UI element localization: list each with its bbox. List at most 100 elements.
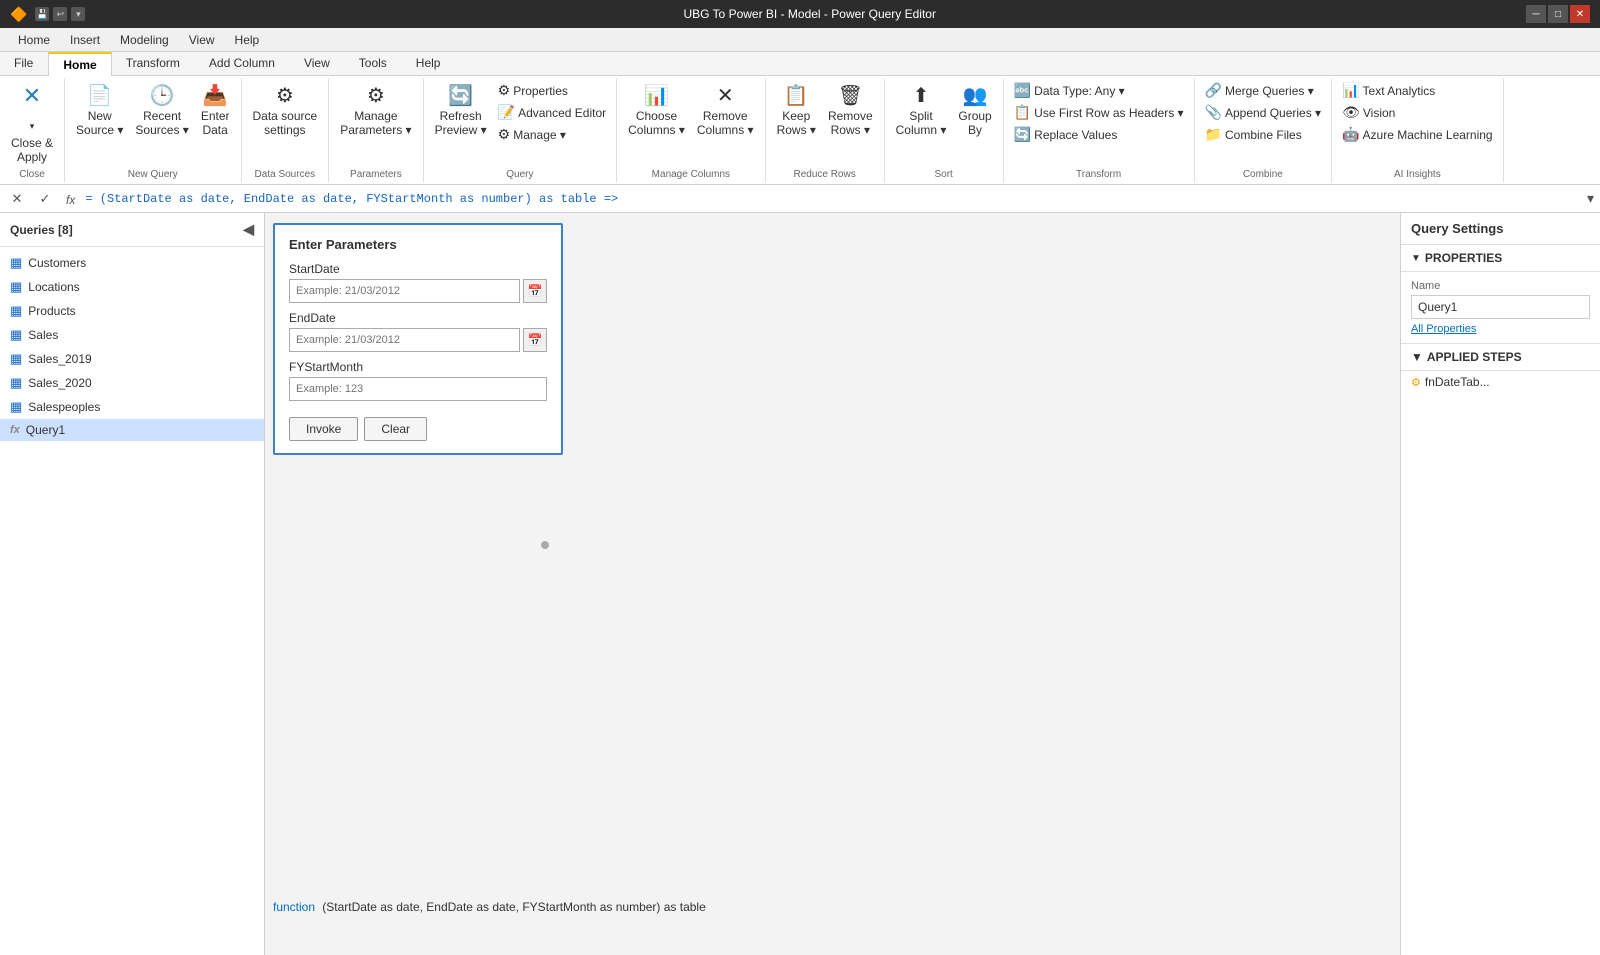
remove-columns-label: RemoveColumns ▾ xyxy=(697,109,754,137)
sidebar-item-query1[interactable]: fx Query1 xyxy=(0,419,264,441)
applied-steps-title: ▼ APPLIED STEPS xyxy=(1401,344,1600,371)
sidebar-item-sales-2019[interactable]: ▦ Sales_2019 xyxy=(0,347,264,371)
remove-columns-icon: ✕ xyxy=(717,83,734,108)
append-queries-icon: 📎 xyxy=(1205,104,1222,121)
remove-columns-button[interactable]: ✕ RemoveColumns ▾ xyxy=(692,80,759,140)
manage-button[interactable]: ⚙ Manage ▾ xyxy=(494,124,611,145)
query-small-buttons: ⚙ Properties 📝 Advanced Editor ⚙ Manage … xyxy=(494,80,611,145)
formula-input[interactable] xyxy=(85,192,1577,206)
startdate-calendar-button[interactable]: 📅 xyxy=(523,279,547,303)
properties-button[interactable]: ⚙ Properties xyxy=(494,80,611,101)
enddate-calendar-button[interactable]: 📅 xyxy=(523,328,547,352)
products-table-icon: ▦ xyxy=(10,303,22,319)
azure-ml-button[interactable]: 🤖 Azure Machine Learning xyxy=(1338,124,1497,145)
properties-section-label: PROPERTIES xyxy=(1425,251,1502,265)
right-panel: Query Settings ▼ PROPERTIES Name All Pro… xyxy=(1400,213,1600,955)
vision-icon: 👁 xyxy=(1342,104,1360,121)
refresh-preview-button[interactable]: 🔄 RefreshPreview ▾ xyxy=(430,80,492,140)
sidebar-item-sales-2020[interactable]: ▦ Sales_2020 xyxy=(0,371,264,395)
append-queries-button[interactable]: 📎 Append Queries ▾ xyxy=(1201,102,1326,123)
keep-rows-button[interactable]: 📋 KeepRows ▾ xyxy=(772,80,821,140)
ribbon-group-ai-insights: 📊 Text Analytics 👁 Vision 🤖 Azure Machin… xyxy=(1332,78,1504,182)
sidebar-item-sales[interactable]: ▦ Sales xyxy=(0,323,264,347)
manage-parameters-button[interactable]: ⚙ ManageParameters ▾ xyxy=(335,80,416,140)
ribbon-group-reduce-rows: 📋 KeepRows ▾ 🗑 RemoveRows ▾ Reduce Rows xyxy=(766,78,885,182)
split-column-button[interactable]: ⬆ SplitColumn ▾ xyxy=(891,80,952,140)
combine-files-button[interactable]: 📁 Combine Files xyxy=(1201,124,1326,145)
clear-button[interactable]: Clear xyxy=(364,417,427,441)
vision-button[interactable]: 👁 Vision xyxy=(1338,102,1497,123)
app-logo: 🔶 xyxy=(10,6,27,23)
enter-data-icon: 📥 xyxy=(203,83,228,108)
text-analytics-button[interactable]: 📊 Text Analytics xyxy=(1338,80,1497,101)
sidebar: Queries [8] ◀ ▦ Customers ▦ Locations ▦ … xyxy=(0,213,265,955)
undo-icon[interactable]: ↩ xyxy=(53,7,67,21)
tab-tools[interactable]: Tools xyxy=(345,52,402,75)
save-icon[interactable]: 💾 xyxy=(35,7,49,21)
advanced-editor-button[interactable]: 📝 Advanced Editor xyxy=(494,102,611,123)
tab-transform[interactable]: Transform xyxy=(112,52,195,75)
sales2019-table-icon: ▦ xyxy=(10,351,22,367)
query1-label: Query1 xyxy=(26,423,65,437)
formula-confirm-button[interactable]: ✓ xyxy=(34,188,56,210)
menu-insert[interactable]: Insert xyxy=(60,31,110,49)
new-query-group-items: 📄 NewSource ▾ 🕒 RecentSources ▾ 📥 EnterD… xyxy=(71,80,234,167)
minimize-button[interactable]: ─ xyxy=(1526,5,1546,23)
menu-home[interactable]: Home xyxy=(8,31,60,49)
invoke-button[interactable]: Invoke xyxy=(289,417,358,441)
close-apply-button[interactable]: ✕▾ Close &Apply xyxy=(6,80,58,167)
group-by-button[interactable]: 👥 GroupBy xyxy=(953,80,996,140)
recent-sources-button[interactable]: 🕒 RecentSources ▾ xyxy=(130,80,193,140)
title-bar: 🔶 💾 ↩ ▾ UBG To Power BI - Model - Power … xyxy=(0,0,1600,28)
sidebar-header: Queries [8] ◀ xyxy=(0,213,264,247)
ribbon-group-parameters: ⚙ ManageParameters ▾ Parameters xyxy=(329,78,423,182)
dropdown-icon[interactable]: ▾ xyxy=(71,7,85,21)
close-group-label: Close xyxy=(19,169,45,180)
close-button[interactable]: ✕ xyxy=(1570,5,1590,23)
ribbon-group-transform: 🔤 Data Type: Any ▾ 📋 Use First Row as He… xyxy=(1004,78,1195,182)
enddate-input[interactable] xyxy=(289,328,520,352)
all-properties-link[interactable]: All Properties xyxy=(1411,323,1590,335)
data-source-settings-button[interactable]: ⚙ Data sourcesettings xyxy=(248,80,323,140)
salespeoples-label: Salespeoples xyxy=(28,400,100,414)
maximize-button[interactable]: □ xyxy=(1548,5,1568,23)
formula-cancel-button[interactable]: ✕ xyxy=(6,188,28,210)
enter-data-button[interactable]: 📥 EnterData xyxy=(196,80,235,140)
choose-columns-button[interactable]: 📊 ChooseColumns ▾ xyxy=(623,80,690,140)
sort-group-items: ⬆ SplitColumn ▾ 👥 GroupBy xyxy=(891,80,997,167)
fystartmonth-input[interactable] xyxy=(289,377,547,401)
use-first-row-icon: 📋 xyxy=(1014,104,1031,121)
query-name-input[interactable] xyxy=(1411,295,1590,319)
sidebar-item-products[interactable]: ▦ Products xyxy=(0,299,264,323)
startdate-label: StartDate xyxy=(289,262,547,276)
parameters-group-items: ⚙ ManageParameters ▾ xyxy=(335,80,416,167)
menu-help[interactable]: Help xyxy=(225,31,270,49)
tab-file[interactable]: File xyxy=(0,52,48,75)
sidebar-item-salespeoples[interactable]: ▦ Salespeoples xyxy=(0,395,264,419)
replace-values-button[interactable]: 🔄 Replace Values xyxy=(1010,124,1188,145)
tab-add-column[interactable]: Add Column xyxy=(195,52,290,75)
menu-modeling[interactable]: Modeling xyxy=(110,31,179,49)
query-group-label: Query xyxy=(506,169,533,180)
remove-rows-button[interactable]: 🗑 RemoveRows ▾ xyxy=(823,80,878,140)
tab-home[interactable]: Home xyxy=(48,52,111,76)
formula-expand-button[interactable]: ▾ xyxy=(1587,190,1594,207)
use-first-row-button[interactable]: 📋 Use First Row as Headers ▾ xyxy=(1010,102,1188,123)
startdate-input[interactable] xyxy=(289,279,520,303)
merge-queries-button[interactable]: 🔗 Merge Queries ▾ xyxy=(1201,80,1326,101)
ribbon: File Home Transform Add Column View Tool… xyxy=(0,52,1600,185)
close-group-items: ✕▾ Close &Apply xyxy=(6,80,58,167)
ai-small-btns: 📊 Text Analytics 👁 Vision 🤖 Azure Machin… xyxy=(1338,80,1497,145)
new-source-button[interactable]: 📄 NewSource ▾ xyxy=(71,80,128,140)
step-fn-date-tab[interactable]: ⚙ fnDateTab... xyxy=(1401,371,1600,393)
close-apply-icon: ✕▾ xyxy=(23,83,41,135)
sidebar-item-locations[interactable]: ▦ Locations xyxy=(0,275,264,299)
new-source-label: NewSource ▾ xyxy=(76,109,123,137)
sidebar-collapse-button[interactable]: ◀ xyxy=(243,221,254,238)
sidebar-item-customers[interactable]: ▦ Customers xyxy=(0,251,264,275)
properties-icon: ⚙ xyxy=(498,82,511,99)
data-type-button[interactable]: 🔤 Data Type: Any ▾ xyxy=(1010,80,1188,101)
tab-help[interactable]: Help xyxy=(402,52,456,75)
menu-view[interactable]: View xyxy=(179,31,225,49)
tab-view[interactable]: View xyxy=(290,52,345,75)
